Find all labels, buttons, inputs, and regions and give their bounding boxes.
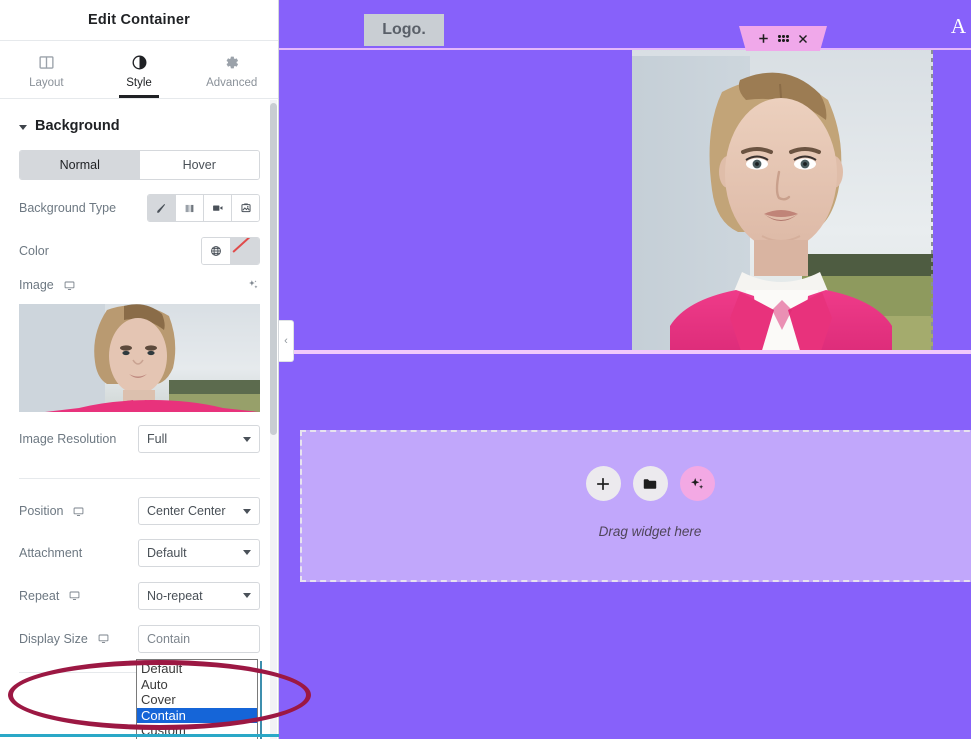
image-edge-dashes [931,50,933,350]
repeat-label: Repeat [19,588,60,603]
dropdown-option-default[interactable]: Default [137,661,257,677]
video-icon[interactable] [204,195,232,221]
model-photo-thumbnail [19,304,260,412]
ai-sparkle-icon[interactable] [246,278,260,292]
panel-body: Background Normal Hover Background Type [0,100,278,739]
color-row: Color [0,230,278,272]
lower-section: Drag widget here [279,354,971,739]
tab-advanced-label: Advanced [206,77,258,89]
position-value: Center Center [147,504,226,518]
display-size-value: Contain [147,631,191,646]
state-tab-hover[interactable]: Hover [139,151,259,179]
hero-divider-line [279,48,971,50]
desktop-icon[interactable] [68,589,81,602]
widget-dropzone[interactable]: Drag widget here [300,430,971,582]
tab-layout[interactable]: Layout [0,41,93,98]
chevron-down-icon [19,124,27,130]
teal-bottom-rule [0,734,279,737]
dropdown-option-contain[interactable]: Contain [137,707,257,724]
tab-layout-label: Layout [29,77,64,89]
plus-icon[interactable] [758,33,769,44]
position-label: Position [19,504,64,518]
desktop-icon[interactable] [97,632,110,645]
sidebar-scrollbar[interactable] [270,100,277,739]
elementor-editor-screen: Edit Container Layout Style Advanced Bac… [0,0,971,739]
attachment-select[interactable]: Default [138,538,260,567]
chevron-left-icon: ‹ [284,334,288,347]
tab-advanced[interactable]: Advanced [185,41,278,98]
image-resolution-row: Image Resolution Full [0,412,278,466]
panel-collapse-handle[interactable]: ‹ [279,320,294,362]
desktop-icon[interactable] [72,505,85,518]
chevron-down-icon [243,508,251,514]
position-select[interactable]: Center Center [138,497,260,525]
background-image-preview[interactable] [19,304,260,412]
attachment-value: Default [147,545,187,560]
tab-style[interactable]: Style [93,41,186,98]
repeat-value: No-repeat [147,588,203,603]
image-resolution-select[interactable]: Full [138,425,260,453]
globe-icon[interactable] [202,238,231,264]
image-label: Image [19,278,54,292]
attachment-label: Attachment [19,545,83,560]
logo-placeholder[interactable]: Logo. [364,14,444,46]
chevron-down-icon [243,593,251,598]
panel-tabs: Layout Style Advanced [0,41,278,99]
background-section-header[interactable]: Background [0,100,278,144]
editor-canvas: Logo. A Drag widget here [279,0,971,739]
dropzone-label: Drag widget here [598,524,702,539]
classic-brush-icon[interactable] [148,195,176,221]
repeat-select[interactable]: No-repeat [138,581,260,610]
add-widget-button[interactable] [585,466,621,501]
state-tab-normal[interactable]: Normal [20,151,140,179]
add-template-button[interactable] [632,466,668,501]
chevron-down-icon [243,436,251,442]
tab-style-label: Style [126,77,152,89]
sidebar-scrollbar-thumb[interactable] [270,103,277,435]
gear-icon [223,54,240,71]
position-row: Position Center Center [0,491,278,531]
display-size-select[interactable]: Contain [138,624,260,653]
no-color-swatch-icon[interactable] [231,238,259,264]
desktop-icon[interactable] [63,279,76,292]
teal-vertical-rule [260,661,262,739]
slideshow-icon[interactable] [232,195,259,221]
hero-background-image [632,50,933,350]
contrast-icon [131,54,148,71]
background-type-label: Background Type [19,201,117,215]
drag-dots [778,35,789,42]
drag-handle-icon[interactable] [778,35,789,42]
model-photo [632,50,933,350]
panel-title: Edit Container [88,12,190,28]
attachment-row: Attachment Default [0,531,278,574]
color-control-group [201,237,260,265]
gradient-icon[interactable] [176,195,204,221]
image-resolution-label: Image Resolution [19,432,117,446]
image-row: Image [0,272,278,298]
image-resolution-value: Full [147,432,168,446]
chevron-down-icon [243,550,251,555]
columns-icon [38,54,55,71]
background-type-row: Background Type [0,186,278,230]
color-label: Color [19,244,49,258]
divider [19,478,260,479]
edge-letter-text: A [950,14,966,38]
element-toolbar [739,26,827,51]
display-size-label: Display Size [19,631,88,646]
editor-sidebar-panel: Edit Container Layout Style Advanced Bac… [0,0,279,739]
dropzone-buttons [302,466,971,501]
state-toggle: Normal Hover [19,150,260,180]
panel-header: Edit Container [0,0,278,41]
close-icon[interactable] [798,34,808,44]
display-size-row: Display Size Contain [0,617,278,660]
background-type-group [147,194,260,222]
dropdown-option-cover[interactable]: Cover [137,692,257,708]
ai-button[interactable] [679,466,715,501]
hero-band [279,50,971,350]
background-section-title: Background [35,118,120,134]
repeat-row: Repeat No-repeat [0,574,278,617]
display-size-dropdown-list[interactable]: Default Auto Cover Contain Custom [136,659,258,739]
dropdown-option-auto[interactable]: Auto [137,677,257,693]
